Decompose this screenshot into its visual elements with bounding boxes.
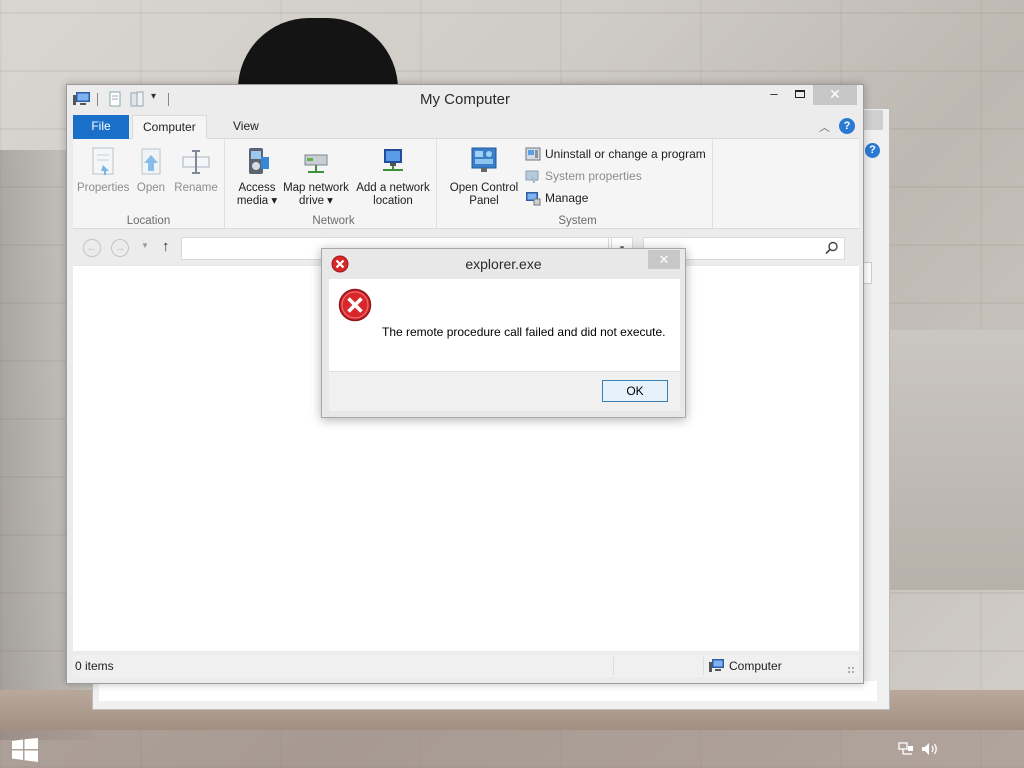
uninstall-icon: [525, 147, 541, 161]
ok-button[interactable]: OK: [602, 380, 668, 402]
properties-button[interactable]: Properties: [77, 145, 129, 195]
rename-label: Rename: [174, 182, 218, 194]
map-drive-label-1: Map network: [283, 182, 349, 194]
item-count: 0 items: [75, 659, 114, 673]
status-bar: 0 items Computer: [73, 655, 859, 677]
group-label-system: System: [558, 215, 597, 227]
help-icon[interactable]: ?: [839, 118, 855, 134]
group-label-network: Network: [312, 215, 355, 227]
ribbon-group-network: Access media ▾ Map network drive ▾ Add a…: [231, 139, 437, 229]
uninstall-label: Uninstall or change a program: [545, 147, 706, 161]
tab-view[interactable]: View: [223, 115, 269, 139]
group-label-location: Location: [126, 215, 171, 227]
status-location: Computer: [709, 659, 782, 673]
dialog-message: The remote procedure call failed and did…: [382, 325, 666, 339]
maximize-icon: [795, 90, 805, 98]
access-media-label-2: media ▾: [236, 195, 278, 207]
collapse-ribbon-icon[interactable]: ︿: [819, 119, 830, 135]
search-icon: [825, 241, 838, 255]
computer-small-icon: [709, 659, 724, 672]
open-label: Open: [136, 182, 166, 194]
forward-button[interactable]: →: [111, 239, 129, 257]
manage-button[interactable]: Manage: [525, 189, 588, 207]
manage-icon: [526, 192, 541, 206]
volume-tray-icon[interactable]: [921, 742, 939, 756]
error-icon: [338, 288, 372, 322]
up-arrow-icon[interactable]: ↑: [162, 238, 170, 255]
network-drive-icon: [304, 154, 328, 173]
close-button[interactable]: ✕: [813, 85, 857, 105]
add-location-label-1: Add a network: [356, 182, 430, 194]
maximize-button[interactable]: [787, 85, 813, 105]
tab-file[interactable]: File: [73, 115, 129, 139]
add-network-location-button[interactable]: Add a network location: [353, 145, 433, 208]
ribbon-group-system: Open Control Panel Uninstall or change a…: [443, 139, 713, 229]
back-button[interactable]: ←: [83, 239, 101, 257]
dialog-body: The remote procedure call failed and did…: [329, 279, 680, 371]
properties-icon: [92, 147, 114, 175]
wallpaper-ledge: [890, 330, 1024, 590]
map-network-drive-button[interactable]: Map network drive ▾: [281, 145, 351, 208]
background-help-icon[interactable]: ?: [865, 143, 880, 158]
open-control-panel-button[interactable]: Open Control Panel: [447, 145, 521, 208]
resize-grip[interactable]: [847, 666, 855, 674]
open-icon: [141, 148, 161, 175]
add-location-label-2: location: [373, 195, 413, 207]
control-panel-icon: [471, 147, 497, 172]
ribbon-tabs: File Computer View ︿ ?: [73, 115, 859, 139]
status-separator: [703, 657, 704, 675]
ribbon: Properties Open Rename Location Access m…: [73, 139, 859, 229]
taskbar: [0, 730, 1024, 768]
control-panel-label-2: Panel: [469, 195, 499, 207]
access-media-button[interactable]: Access media ▾: [235, 145, 279, 208]
manage-label: Manage: [545, 191, 589, 205]
access-media-icon: [249, 148, 269, 174]
error-dialog: explorer.exe ✕ The remote procedure call…: [321, 248, 686, 418]
system-properties-label: System properties: [545, 169, 642, 183]
ribbon-group-location: Properties Open Rename Location: [73, 139, 225, 229]
dialog-footer: OK: [329, 371, 680, 411]
open-button[interactable]: Open: [133, 145, 169, 195]
properties-label: Properties: [77, 182, 130, 194]
start-windows-icon[interactable]: [12, 738, 38, 762]
map-drive-label-2: drive ▾: [299, 195, 333, 207]
status-separator: [613, 657, 614, 675]
tab-computer[interactable]: Computer: [132, 115, 207, 139]
status-location-label: Computer: [729, 659, 782, 673]
rename-button[interactable]: Rename: [173, 145, 219, 195]
dialog-close-button[interactable]: ✕: [648, 250, 680, 269]
minimize-button[interactable]: –: [761, 85, 787, 105]
uninstall-program-button[interactable]: Uninstall or change a program: [525, 145, 706, 163]
rename-icon: [182, 150, 210, 174]
system-properties-icon: [525, 170, 539, 183]
control-panel-label-1: Open Control: [449, 182, 519, 194]
background-window-body: [99, 681, 877, 701]
recent-locations-chevron-icon[interactable]: ▼: [141, 241, 149, 250]
access-media-label-1: Access: [238, 182, 276, 194]
dialog-title: explorer.exe: [465, 256, 542, 272]
title-bar[interactable]: ▾ My Computer – ✕: [67, 85, 863, 113]
system-properties-button[interactable]: System properties: [525, 167, 642, 185]
network-location-icon: [383, 149, 403, 171]
window-title: My Computer: [419, 91, 511, 108]
network-tray-icon[interactable]: [898, 742, 914, 756]
